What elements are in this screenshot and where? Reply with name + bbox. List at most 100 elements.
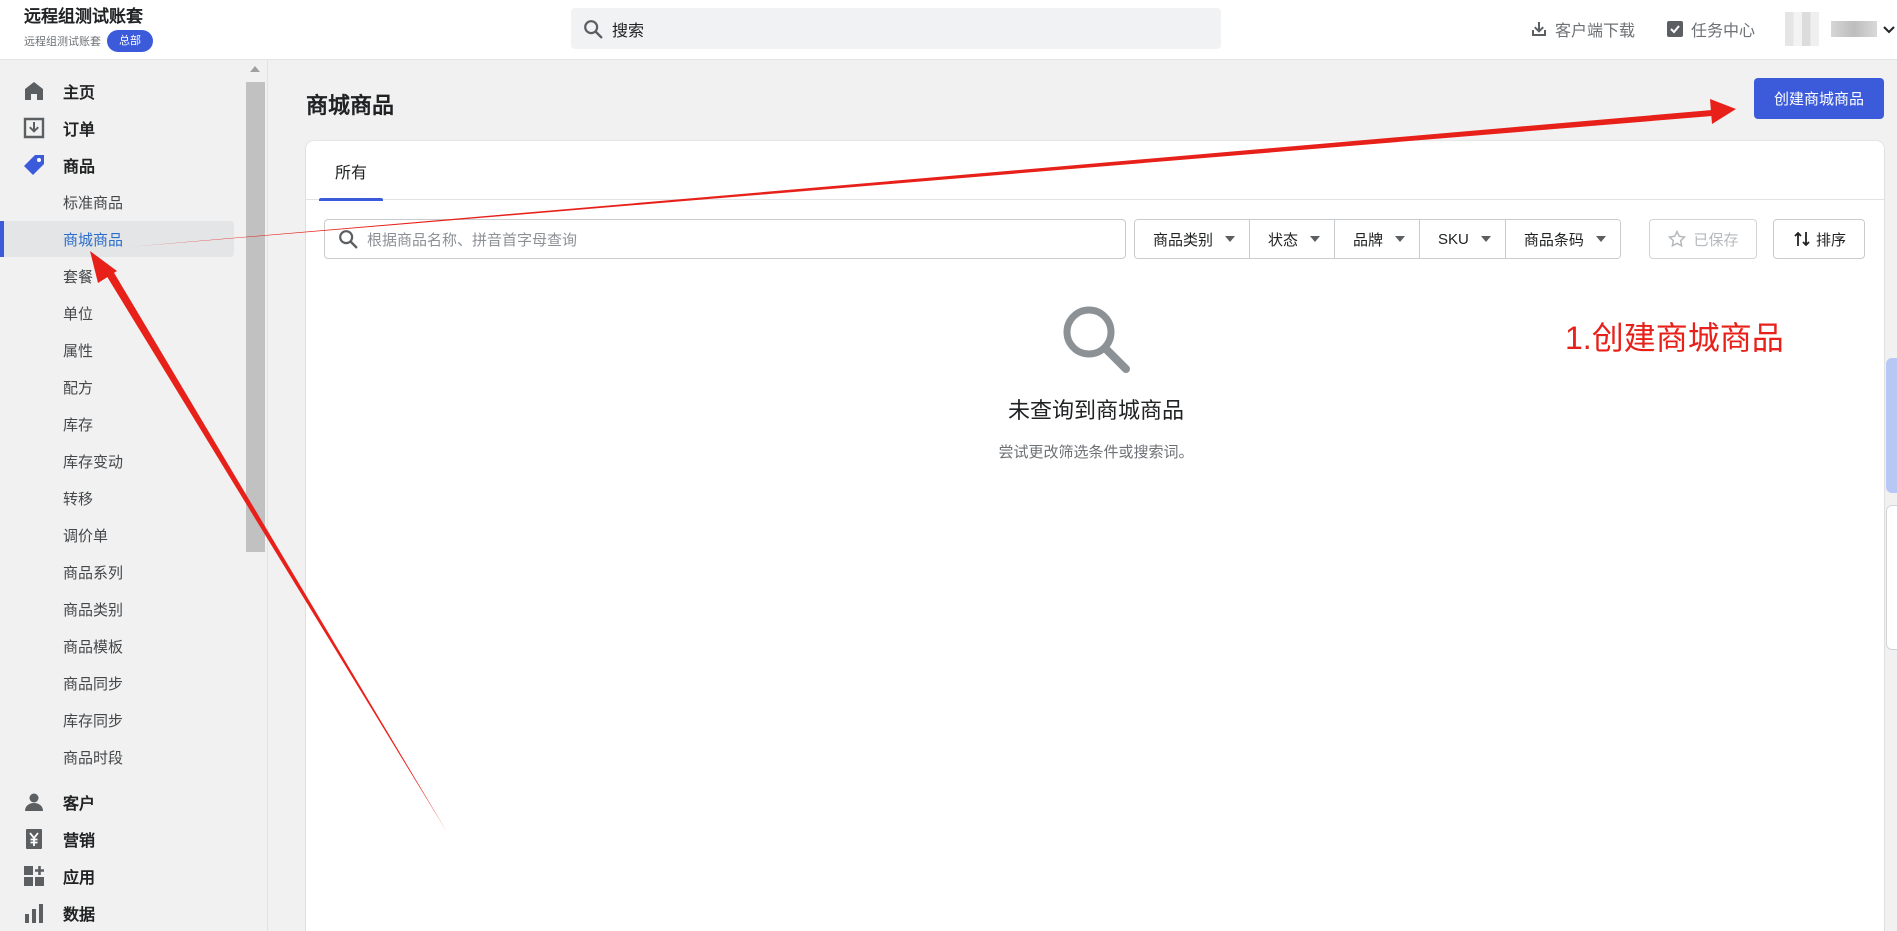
sidebar-subitem-inventory-sync[interactable]: 库存同步	[0, 702, 234, 738]
sidebar-subitem-label: 商品同步	[63, 675, 124, 693]
caret-down-icon	[1480, 236, 1491, 242]
sidebar-subitem-label: 商品时段	[63, 749, 124, 767]
user-name-blurred	[1831, 21, 1877, 37]
sidebar-subitem-label: 商城商品	[63, 231, 124, 249]
filter-product-category[interactable]: 商品类别	[1135, 220, 1251, 258]
sidebar-subitem-label: 调价单	[63, 527, 109, 545]
analytics-icon	[25, 904, 43, 923]
hq-badge: 总部	[107, 30, 153, 52]
sidebar-subitem-label: 套餐	[63, 268, 94, 286]
tab-all[interactable]: 所有	[319, 141, 384, 201]
sidebar-item-marketing[interactable]: 营销	[0, 822, 240, 856]
sidebar-subitem-label: 商品类别	[63, 601, 124, 619]
client-download-link[interactable]: 客户端下载	[1529, 17, 1635, 41]
caret-down-icon	[1225, 236, 1236, 242]
chevron-down-icon	[1883, 26, 1895, 34]
caret-down-icon	[1395, 236, 1406, 242]
sidebar-subitem-price-adjustment[interactable]: 调价单	[0, 517, 234, 553]
empty-search-icon	[1063, 306, 1130, 373]
sidebar-subitem-label: 标准商品	[63, 194, 124, 212]
sidebar-subitem-product-templates[interactable]: 商品模板	[0, 628, 234, 664]
sidebar-subitem-combo[interactable]: 套餐	[0, 258, 234, 294]
download-icon	[1531, 22, 1546, 36]
sidebar-subitem-label: 商品系列	[63, 564, 124, 582]
filter-brand[interactable]: 品牌	[1335, 220, 1421, 258]
home-icon	[25, 82, 43, 100]
sidebar-item-customers[interactable]: 客户	[0, 785, 240, 819]
task-center-label: 任务中心	[1690, 23, 1755, 40]
caret-down-icon	[1595, 236, 1606, 242]
sidebar-subitem-attributes[interactable]: 属性	[0, 332, 234, 368]
sidebar-subitem-inventory-changes[interactable]: 库存变动	[0, 443, 234, 479]
sidebar-item-label: 营销	[63, 833, 96, 850]
empty-state-title: 未查询到商城商品	[1007, 398, 1184, 423]
sidebar-subitem-recipes[interactable]: 配方	[0, 369, 234, 405]
sidebar-subitem-mall-products[interactable]: 商城商品	[0, 221, 234, 257]
order-icon	[23, 117, 45, 139]
sidebar-subitem-units[interactable]: 单位	[0, 295, 234, 331]
sidebar-subitem-transfer[interactable]: 转移	[0, 480, 234, 516]
search-icon	[584, 19, 603, 38]
top-bar: 远程组测试账套 远程组测试账套 总部 搜索 客户端下载 任务中心	[0, 0, 1897, 60]
filter-status[interactable]: 状态	[1250, 220, 1336, 258]
sidebar-subitem-label: 属性	[63, 342, 94, 360]
filter-group: 商品类别 状态 品牌 SKU 商品条码	[1134, 219, 1621, 259]
store-switcher[interactable]: 远程组测试账套 远程组测试账套 总部	[24, 6, 153, 52]
tag-icon	[24, 155, 44, 175]
sidebar-item-products[interactable]: 商品	[0, 148, 240, 182]
sidebar-subitem-product-categories[interactable]: 商品类别	[0, 591, 234, 627]
filter-sku[interactable]: SKU	[1420, 220, 1506, 258]
store-subtitle: 远程组测试账套	[24, 36, 101, 48]
global-search-placeholder: 搜索	[612, 22, 645, 40]
sidebar-item-label: 商品	[63, 159, 96, 176]
sidebar-scrollbar[interactable]	[244, 60, 267, 931]
user-menu[interactable]	[1785, 12, 1897, 46]
sidebar-subitem-label: 商品模板	[63, 638, 124, 656]
marketing-icon	[26, 829, 42, 849]
sidebar-item-label: 客户	[63, 796, 96, 813]
product-search-input[interactable]: 根据商品名称、拼音首字母查询	[324, 219, 1126, 259]
side-float-tab[interactable]	[1886, 358, 1897, 493]
sidebar-item-label: 订单	[63, 122, 96, 139]
sidebar-subitem-label: 库存同步	[63, 712, 124, 730]
sort-button[interactable]: 排序	[1773, 219, 1865, 259]
global-search-input[interactable]: 搜索	[571, 8, 1221, 49]
sidebar-subitem-product-sync[interactable]: 商品同步	[0, 665, 234, 701]
sidebar-item-label: 数据	[63, 907, 96, 924]
sidebar-item-home[interactable]: 主页	[0, 74, 240, 108]
task-icon	[1666, 21, 1683, 37]
arrowhead-create-button	[1710, 99, 1736, 124]
saved-view-button[interactable]: 已保存	[1649, 219, 1757, 259]
filter-label: 品牌	[1353, 231, 1384, 249]
sidebar-item-apps[interactable]: 应用	[0, 859, 240, 893]
sidebar-subitem-inventory[interactable]: 库存	[0, 406, 234, 442]
create-mall-product-button[interactable]: 创建商城商品	[1754, 78, 1884, 119]
caret-down-icon	[1310, 236, 1321, 242]
filter-label: SKU	[1438, 230, 1469, 248]
saved-view-label: 已保存	[1693, 231, 1739, 249]
side-float-panel-tab[interactable]	[1886, 505, 1897, 650]
filter-label: 商品类别	[1153, 231, 1214, 249]
filter-barcode[interactable]: 商品条码	[1505, 220, 1620, 258]
page-title: 商城商品	[306, 93, 395, 118]
sort-icon	[1794, 231, 1810, 247]
customer-icon	[25, 793, 43, 811]
sidebar-subitem-standard-products[interactable]: 标准商品	[0, 184, 234, 220]
filter-label: 状态	[1268, 231, 1299, 249]
sidebar-item-analytics[interactable]: 数据	[0, 896, 240, 930]
sidebar-subitem-label: 单位	[63, 305, 94, 323]
store-name: 远程组测试账套	[24, 7, 143, 26]
products-card: 所有 根据商品名称、拼音首字母查询 商品类别 状态 品牌 SKU 商品条码 已保…	[306, 141, 1884, 931]
sidebar-item-orders[interactable]: 订单	[0, 111, 240, 145]
sidebar-subitem-label: 库存	[63, 416, 94, 434]
scroll-up-arrow-icon[interactable]	[250, 66, 260, 72]
search-icon	[339, 230, 358, 249]
sidebar-subitem-product-time-slots[interactable]: 商品时段	[0, 739, 234, 775]
sidebar-subitem-label: 库存变动	[63, 453, 124, 471]
tab-bar: 所有	[306, 141, 1884, 201]
sort-label: 排序	[1815, 231, 1846, 249]
scrollbar-thumb[interactable]	[246, 82, 265, 552]
sidebar-item-label: 主页	[63, 85, 96, 102]
sidebar-subitem-product-series[interactable]: 商品系列	[0, 554, 234, 590]
task-center-link[interactable]: 任务中心	[1665, 17, 1755, 41]
